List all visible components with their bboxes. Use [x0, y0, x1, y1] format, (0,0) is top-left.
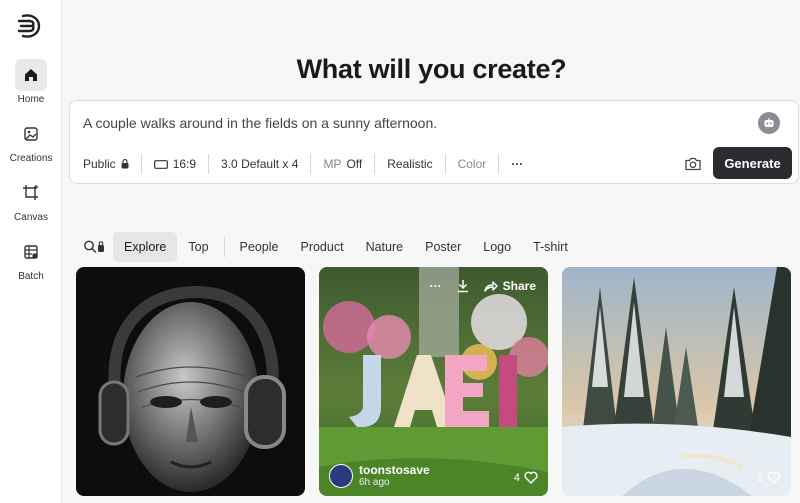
heart-icon: [767, 471, 781, 484]
card-toolbar: ··· Share: [430, 279, 536, 293]
sidebar-item-canvas[interactable]: Canvas: [0, 177, 62, 223]
aspect-ratio-label: 16:9: [172, 157, 197, 171]
prompt-assistant-button[interactable]: [758, 112, 780, 134]
filter-people[interactable]: People: [229, 232, 290, 262]
filter-bar: Explore Top People Product Nature Poster…: [83, 232, 579, 262]
card-image: [562, 267, 791, 496]
home-icon: [15, 59, 47, 91]
author-name: toonstosave: [359, 463, 430, 477]
post-time: 6h ago: [359, 477, 390, 488]
prompt-card: A couple walks around in the fields on a…: [69, 100, 799, 184]
avatar: [329, 463, 353, 488]
sidebar: Home Creations Canvas Batch: [0, 0, 62, 503]
lock-icon: [121, 159, 129, 169]
like-count: 1: [756, 471, 763, 484]
aspect-ratio-option[interactable]: 16:9: [142, 154, 210, 174]
color-option[interactable]: Color: [446, 154, 500, 174]
sidebar-item-label: Home: [17, 94, 45, 105]
gallery-card[interactable]: ··· Share toonstosave 6h ago 4: [319, 267, 548, 496]
magic-prompt-label: MP: [323, 157, 342, 171]
filter-explore[interactable]: Explore: [113, 232, 178, 262]
sidebar-item-label: Canvas: [14, 212, 48, 223]
more-icon[interactable]: ···: [430, 279, 442, 293]
style-label: Realistic: [387, 157, 433, 171]
card-image: [76, 267, 305, 496]
image-icon: [15, 118, 47, 150]
batch-icon: [15, 236, 47, 268]
heart-icon: [524, 471, 538, 484]
sidebar-item-label: Creations: [9, 153, 53, 164]
generate-button[interactable]: Generate: [713, 147, 792, 179]
brand-logo-icon[interactable]: [15, 12, 43, 40]
filter-top[interactable]: Top: [177, 232, 219, 262]
filter-logo[interactable]: Logo: [472, 232, 522, 262]
filter-product[interactable]: Product: [289, 232, 354, 262]
canvas-icon: [15, 177, 47, 209]
like-button[interactable]: 4: [514, 471, 538, 484]
filter-nature[interactable]: Nature: [355, 232, 415, 262]
model-option[interactable]: 3.0 Default x 4: [209, 154, 312, 174]
filter-divider: [223, 237, 225, 257]
model-label: 3.0 Default x 4: [221, 157, 299, 171]
more-icon: ···: [511, 157, 524, 171]
camera-icon[interactable]: [684, 155, 702, 173]
main-content: What will you create? A couple walks aro…: [63, 0, 800, 503]
more-options-button[interactable]: ···: [499, 154, 535, 174]
sidebar-item-batch[interactable]: Batch: [0, 236, 62, 282]
visibility-option[interactable]: Public: [83, 154, 142, 174]
prompt-options: Public 16:9 3.0 Default x 4 MP Off Reali…: [83, 153, 535, 175]
visibility-label: Public: [83, 157, 116, 171]
robot-icon: [764, 118, 774, 127]
page-title: What will you create?: [296, 54, 567, 84]
card-author[interactable]: toonstosave 6h ago: [329, 463, 430, 488]
share-button[interactable]: Share: [483, 279, 536, 293]
search-filter-button[interactable]: [83, 237, 109, 257]
search-icon: [84, 240, 104, 253]
filter-poster[interactable]: Poster: [414, 232, 472, 262]
download-icon[interactable]: [456, 279, 470, 293]
card-image: [319, 267, 548, 496]
share-label: Share: [502, 279, 536, 293]
magic-prompt-option[interactable]: MP Off: [311, 154, 376, 174]
gallery-card[interactable]: 1: [562, 267, 791, 496]
style-option[interactable]: Realistic: [375, 154, 446, 174]
sidebar-item-label: Batch: [18, 271, 44, 282]
sidebar-item-home[interactable]: Home: [0, 59, 62, 105]
magic-prompt-value: Off: [346, 157, 363, 171]
color-label: Color: [457, 157, 487, 171]
aspect-ratio-icon: [153, 159, 168, 169]
like-count: 4: [513, 471, 520, 484]
like-button[interactable]: 1: [757, 471, 781, 484]
gallery-card[interactable]: [76, 267, 305, 496]
prompt-input[interactable]: A couple walks around in the fields on a…: [83, 115, 437, 131]
sidebar-item-creations[interactable]: Creations: [0, 118, 62, 164]
filter-tshirt[interactable]: T-shirt: [522, 232, 579, 262]
share-icon: [483, 281, 498, 292]
